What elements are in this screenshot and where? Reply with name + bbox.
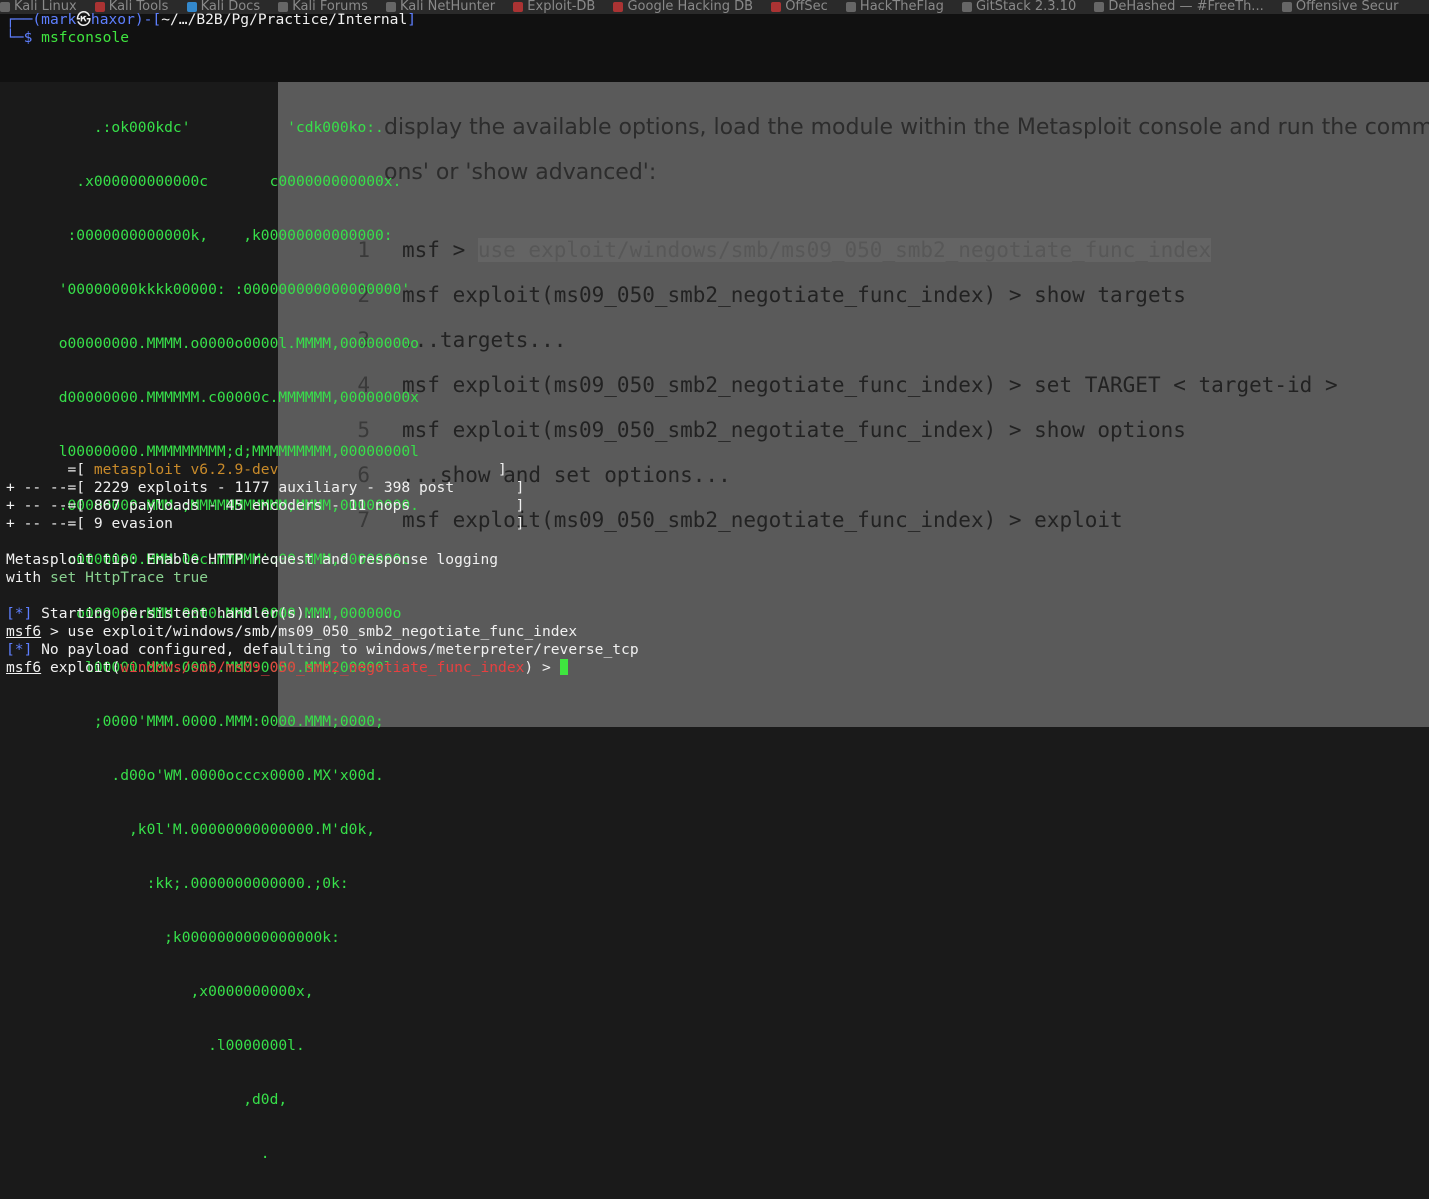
stats-line: + -- --=[ 2229 exploits - 1177 auxiliary…	[6, 479, 524, 497]
exploit-suffix: ) >	[524, 659, 560, 676]
banner-line: :kk;.0000000000000.;0k:	[6, 875, 349, 892]
stats-line: + -- --=[ 867 payloads - 45 encoders - 1…	[6, 497, 524, 515]
exploit-module: windows/smb/ms09_050_smb2_negotiate_func…	[120, 659, 525, 676]
banner-line: '00000000kkkk00000: :000000000000000000'	[6, 281, 411, 298]
banner-line: .:ok000kdc' 'cdk000ko:.	[6, 119, 384, 136]
use-command: > use exploit/windows/smb/ms09_050_smb2_…	[41, 623, 578, 640]
prompt-host: haxor	[90, 11, 135, 28]
stats-text: 2229 exploits - 1177 auxiliary - 398 pos…	[93, 479, 455, 496]
terminal-window[interactable]: ┌──(mark㉿haxor)-[~/…/B2B/Pg/Practice/Int…	[0, 0, 1429, 1162]
stats-line: + -- --=[ 9 evasion ]	[6, 515, 524, 533]
msf6-prompt: msf6	[6, 659, 42, 676]
prompt-path: ~/…/B2B/Pg/Practice/Internal	[161, 11, 408, 28]
prompt-user: mark	[41, 11, 77, 28]
shell-command: msfconsole	[41, 29, 130, 46]
handler-line: [*] Starting persistent handler(s)...	[6, 605, 331, 623]
version-suffix: ]	[278, 461, 507, 478]
tip-with: with	[6, 569, 50, 586]
msf-use-line: msf6 > use exploit/windows/smb/ms09_050_…	[6, 623, 577, 641]
stats-text: 9 evasion	[93, 515, 173, 532]
exploit-prefix: exploit(	[41, 659, 121, 676]
stats-suffix: ]	[410, 497, 525, 514]
tip-command: set HttpTrace true	[49, 569, 209, 586]
stats-prefix: + -- --=[	[6, 479, 94, 496]
stats-text: 867 payloads - 45 encoders - 11 nops	[93, 497, 411, 514]
version-line: =[ metasploit v6.2.9-dev ]	[6, 461, 507, 479]
prompt-corner: ┌──(	[6, 11, 42, 28]
banner-line: .	[6, 1145, 270, 1162]
skull-at-icon: ㉿	[76, 11, 91, 28]
prompt-separator: )-[	[134, 11, 162, 28]
shell-command-line: └─$ msfconsole	[6, 29, 129, 47]
stats-prefix: + -- --=[	[6, 497, 94, 514]
terminal-cursor[interactable]	[559, 659, 568, 675]
msf6-prompt: msf6	[6, 623, 42, 640]
banner-line: :0000000000000k, ,k00000000000000:	[6, 227, 393, 244]
tip-line: Metasploit tip: Enable HTTP request and …	[6, 551, 499, 568]
banner-line: o00000000.MMMM.o0000o0000l.MMMM,00000000…	[6, 335, 419, 352]
handler-text: Starting persistent handler(s)...	[32, 605, 332, 622]
tip-line-2: with set HttpTrace true	[6, 569, 208, 587]
banner-line: ,x0000000000x,	[6, 983, 314, 1000]
banner-line: .l0000000l.	[6, 1037, 305, 1054]
banner-line: ;0000'MMM.0000.MMM:0000.MMM;0000;	[6, 713, 384, 730]
banner-line: l00000000.MMMMMMMMM;d;MMMMMMMMM,00000000…	[6, 443, 419, 460]
stats-suffix: ]	[172, 515, 525, 532]
prompt-bracket: ]	[407, 11, 417, 28]
banner-line: d00000000.MMMMMM.c00000c.MMMMMM,00000000…	[6, 389, 419, 406]
info-star: [*]	[6, 641, 33, 658]
version-prefix: =[	[6, 461, 94, 478]
banner-line: .d00o'WM.0000occcx0000.MX'x00d.	[6, 767, 384, 784]
payload-line: [*] No payload configured, defaulting to…	[6, 641, 639, 659]
shell-prompt-line: ┌──(mark㉿haxor)-[~/…/B2B/Pg/Practice/Int…	[6, 11, 416, 29]
banner-line: ,d0d,	[6, 1091, 288, 1108]
payload-text: No payload configured, defaulting to win…	[32, 641, 639, 658]
msf-exploit-prompt-line[interactable]: msf6 exploit(windows/smb/ms09_050_smb2_n…	[6, 659, 568, 677]
stats-suffix: ]	[454, 479, 525, 496]
prompt-corner: └─	[6, 29, 24, 46]
version-text: metasploit v6.2.9-dev	[93, 461, 279, 478]
banner-line: ;k0000000000000000k:	[6, 929, 340, 946]
banner-line: ,k0l'M.00000000000000.M'd0k,	[6, 821, 376, 838]
prompt-dollar: $	[23, 29, 42, 46]
stats-prefix: + -- --=[	[6, 515, 94, 532]
banner-line: .x000000000000c c000000000000x.	[6, 173, 402, 190]
info-star: [*]	[6, 605, 33, 622]
